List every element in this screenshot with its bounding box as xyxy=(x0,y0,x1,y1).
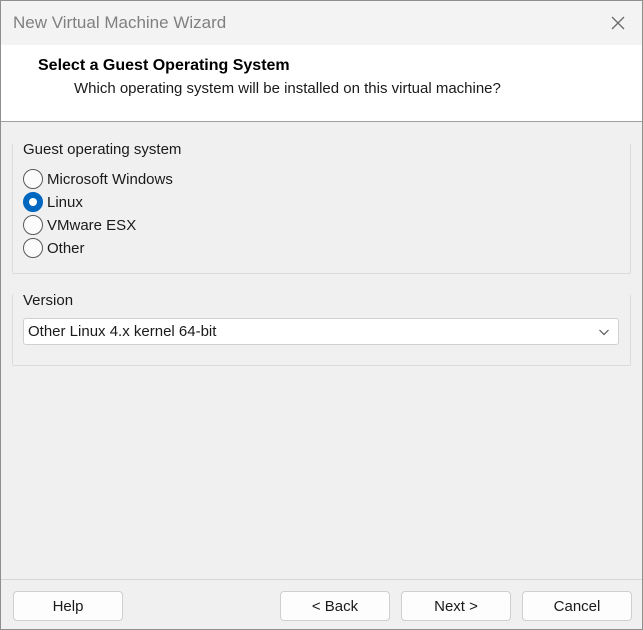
chevron-down-icon xyxy=(599,329,609,336)
close-button[interactable] xyxy=(602,7,634,39)
close-icon xyxy=(611,16,625,30)
radio-microsoft-windows[interactable]: Microsoft Windows xyxy=(23,168,173,190)
version-select[interactable]: Other Linux 4.x kernel 64-bit xyxy=(23,318,619,345)
radio-label: Microsoft Windows xyxy=(47,170,173,188)
back-button[interactable]: < Back xyxy=(280,591,390,621)
wizard-header: Select a Guest Operating System Which op… xyxy=(1,45,642,122)
radio-vmware-esx[interactable]: VMware ESX xyxy=(23,214,136,236)
window-title: New Virtual Machine Wizard xyxy=(13,13,227,32)
guest-os-group-label: Guest operating system xyxy=(21,141,184,158)
radio-button-selected[interactable] xyxy=(23,192,43,212)
page-subtitle: Which operating system will be installed… xyxy=(74,80,501,97)
footer-divider xyxy=(1,579,642,580)
radio-other[interactable]: Other xyxy=(23,237,85,259)
next-button[interactable]: Next > xyxy=(401,591,511,621)
radio-button[interactable] xyxy=(23,238,43,258)
radio-label: Linux xyxy=(47,193,83,211)
guest-os-group: Guest operating system xyxy=(12,141,631,274)
page-title: Select a Guest Operating System xyxy=(38,57,290,74)
radio-label: VMware ESX xyxy=(47,216,137,234)
title-bar: New Virtual Machine Wizard xyxy=(1,1,642,45)
radio-label: Other xyxy=(47,239,85,257)
wizard-window: New Virtual Machine Wizard Select a Gues… xyxy=(0,0,643,630)
cancel-button[interactable]: Cancel xyxy=(522,591,632,621)
help-button[interactable]: Help xyxy=(13,591,123,621)
radio-button[interactable] xyxy=(23,215,43,235)
version-select-value: Other Linux 4.x kernel 64-bit xyxy=(28,323,217,340)
version-group-label: Version xyxy=(21,292,76,309)
radio-linux[interactable]: Linux xyxy=(23,191,83,213)
radio-button[interactable] xyxy=(23,169,43,189)
